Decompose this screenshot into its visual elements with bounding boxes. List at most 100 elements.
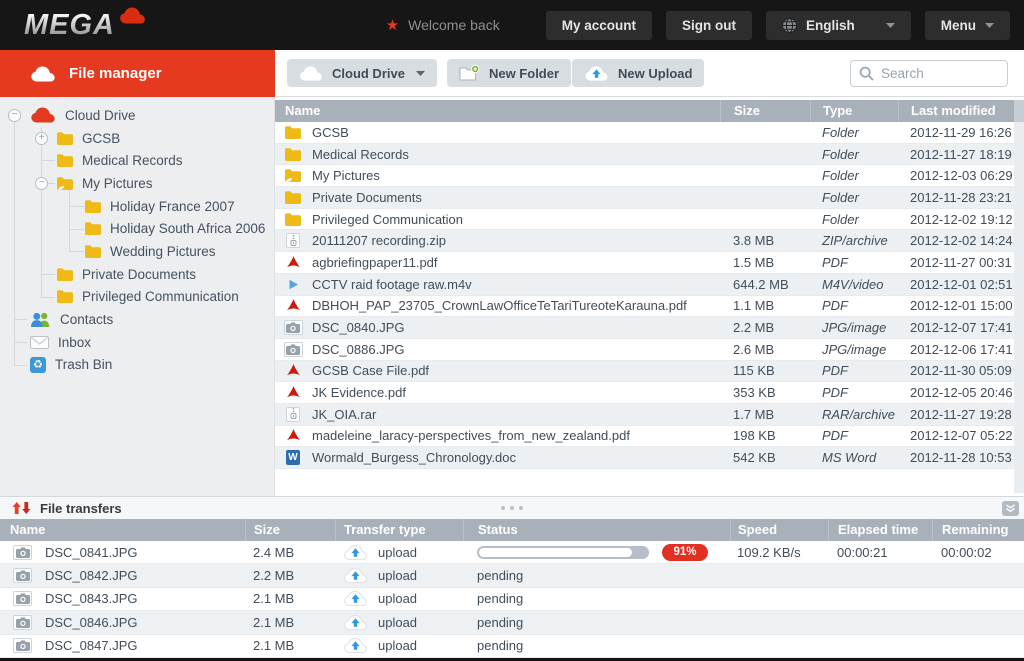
cloud-drive-dropdown[interactable]: Cloud Drive bbox=[287, 59, 437, 87]
file-name: DSC_0886.JPG bbox=[312, 342, 405, 357]
language-selector[interactable]: English bbox=[766, 11, 911, 40]
new-folder-button[interactable]: New Folder bbox=[447, 59, 571, 87]
archive-icon bbox=[283, 233, 303, 248]
column-header-name[interactable]: Name bbox=[0, 519, 245, 541]
transfer-row[interactable]: DSC_0847.JPG2.1 MBuploadpending bbox=[0, 635, 1024, 658]
file-size: 2.6 MB bbox=[720, 342, 810, 357]
file-type: Folder bbox=[810, 190, 898, 205]
folder-icon bbox=[283, 126, 303, 139]
file-last-modified: 2012-12-05 20:46 bbox=[898, 385, 1014, 400]
collapse-panel-button[interactable] bbox=[1002, 501, 1019, 516]
table-row[interactable]: Privileged CommunicationFolder2012-12-02… bbox=[275, 209, 1024, 231]
column-header-elapsed-time[interactable]: Elapsed time bbox=[828, 519, 932, 541]
column-header-size[interactable]: Size bbox=[720, 100, 810, 122]
column-header-name[interactable]: Name bbox=[275, 100, 720, 122]
sidebar-item-gcsb[interactable]: + GCSB bbox=[35, 127, 274, 150]
table-row[interactable]: JK_OIA.rar1.7 MBRAR/archive2012-11-27 19… bbox=[275, 404, 1024, 426]
table-row[interactable]: WWormald_Burgess_Chronology.doc542 KBMS … bbox=[275, 447, 1024, 469]
file-name: DSC_0840.JPG bbox=[312, 320, 405, 335]
file-type: JPG/image bbox=[810, 342, 898, 357]
transfer-speed: 109.2 KB/s bbox=[730, 545, 828, 560]
column-header-type[interactable]: Type bbox=[810, 100, 898, 122]
table-row[interactable]: madeleine_laracy-perspectives_from_new_z… bbox=[275, 426, 1024, 448]
sidebar-item-trash-bin[interactable]: ♻Trash Bin bbox=[8, 354, 274, 377]
file-size: 542 KB bbox=[720, 450, 810, 465]
table-row[interactable]: DSC_0886.JPG2.6 MBJPG/image2012-12-06 17… bbox=[275, 339, 1024, 361]
new-upload-button[interactable]: New Upload bbox=[572, 59, 704, 87]
welcome-text: Welcome back bbox=[408, 17, 500, 33]
sidebar-item-label: GCSB bbox=[82, 131, 120, 146]
mega-logo[interactable]: MEGA bbox=[24, 9, 146, 42]
column-header-size[interactable]: Size bbox=[245, 519, 335, 541]
file-type: PDF bbox=[810, 255, 898, 270]
transfer-row[interactable]: DSC_0842.JPG2.2 MBuploadpending bbox=[0, 564, 1024, 587]
vertical-scrollbar[interactable] bbox=[1014, 122, 1024, 493]
file-type: Folder bbox=[810, 147, 898, 162]
sidebar-item-label: Cloud Drive bbox=[65, 108, 136, 123]
sidebar-item-my-pictures[interactable]: −My Pictures bbox=[35, 172, 274, 195]
file-size: 3.8 MB bbox=[720, 233, 810, 248]
file-name: GCSB Case File.pdf bbox=[312, 363, 429, 378]
sidebar-item-privileged-communication[interactable]: Privileged Communication bbox=[35, 286, 274, 309]
table-row[interactable]: CCTV raid footage raw.m4v644.2 MBM4V/vid… bbox=[275, 274, 1024, 296]
folder-icon bbox=[283, 213, 303, 226]
topbar-actions: ★ Welcome back My account Sign out Engli… bbox=[386, 11, 1010, 40]
sign-out-button[interactable]: Sign out bbox=[666, 11, 752, 40]
transfer-row[interactable]: DSC_0843.JPG2.1 MBuploadpending bbox=[0, 588, 1024, 611]
table-row[interactable]: agbriefingpaper11.pdf1.5 MBPDF2012-11-27… bbox=[275, 252, 1024, 274]
transfer-row[interactable]: DSC_0841.JPG2.4 MBupload91%109.2 KB/s00:… bbox=[0, 541, 1024, 564]
transfer-remaining-time: 00:00:02 bbox=[932, 545, 1024, 560]
search-input[interactable] bbox=[881, 66, 999, 81]
toolbar: Cloud Drive New Folder New Upload bbox=[275, 50, 1024, 97]
table-row[interactable]: GCSBFolder2012-11-29 16:26 bbox=[275, 122, 1024, 144]
table-row[interactable]: DSC_0840.JPG2.2 MBJPG/image2012-12-07 17… bbox=[275, 317, 1024, 339]
sidebar-item-wedding-pictures[interactable]: Wedding Pictures bbox=[63, 240, 274, 263]
file-type: PDF bbox=[810, 385, 898, 400]
status-text: pending bbox=[477, 615, 523, 630]
cloud-drive-label: Cloud Drive bbox=[332, 66, 405, 81]
table-row[interactable]: DBHOH_PAP_23705_CrownLawOfficeTeTariTure… bbox=[275, 296, 1024, 318]
file-type: ZIP/archive bbox=[810, 233, 898, 248]
table-row[interactable]: My PicturesFolder2012-12-03 06:29 bbox=[275, 165, 1024, 187]
transfer-file-name: DSC_0841.JPG bbox=[45, 545, 138, 560]
panel-resize-handle[interactable] bbox=[501, 506, 523, 510]
column-header-status[interactable]: Status bbox=[463, 519, 730, 541]
table-row[interactable]: Private DocumentsFolder2012-11-28 23:21 bbox=[275, 187, 1024, 209]
expand-expander-icon[interactable]: + bbox=[35, 132, 48, 145]
column-header-transfer-type[interactable]: Transfer type bbox=[335, 519, 463, 541]
sidebar-item-label: Holiday South Africa 2006 bbox=[110, 221, 265, 236]
image-icon bbox=[13, 591, 32, 606]
my-account-label: My account bbox=[562, 18, 636, 33]
table-row[interactable]: 20111207 recording.zip3.8 MBZIP/archive2… bbox=[275, 230, 1024, 252]
sidebar-item-inbox[interactable]: Inbox bbox=[8, 331, 274, 354]
main-content: −Cloud Drive+GCSBMedical Records−My Pict… bbox=[0, 97, 1024, 496]
file-size: 115 KB bbox=[720, 363, 810, 378]
sidebar-item-private-documents[interactable]: Private Documents bbox=[35, 263, 274, 286]
table-row[interactable]: GCSB Case File.pdf115 KBPDF2012-11-30 05… bbox=[275, 361, 1024, 383]
sidebar-item-contacts[interactable]: Contacts bbox=[8, 308, 274, 331]
file-last-modified: 2012-12-07 17:41 bbox=[898, 320, 1014, 335]
sidebar-item-holiday-south-africa-2006[interactable]: Holiday South Africa 2006 bbox=[63, 217, 274, 240]
trash-icon: ♻ bbox=[30, 357, 46, 373]
sidebar-item-holiday-france-2007[interactable]: Holiday France 2007 bbox=[63, 195, 274, 218]
table-row[interactable]: Medical RecordsFolder2012-11-27 18:19 bbox=[275, 144, 1024, 166]
sidebar-item-cloud-drive[interactable]: − Cloud Drive bbox=[8, 104, 274, 127]
transfer-size: 2.1 MB bbox=[245, 591, 335, 606]
transfer-file-name: DSC_0842.JPG bbox=[45, 568, 138, 583]
folder-icon bbox=[57, 268, 73, 281]
menu-button[interactable]: Menu bbox=[925, 11, 1010, 40]
my-account-button[interactable]: My account bbox=[546, 11, 652, 40]
welcome-message: ★ Welcome back bbox=[386, 16, 500, 34]
column-header-remaining-time[interactable]: Remaining time bbox=[932, 519, 1024, 541]
collapse-expander-icon[interactable]: − bbox=[35, 177, 48, 190]
file-manager-header: File manager bbox=[0, 50, 275, 97]
file-type: M4V/video bbox=[810, 277, 898, 292]
transfer-row[interactable]: DSC_0846.JPG2.1 MBuploadpending bbox=[0, 611, 1024, 634]
file-name: Privileged Communication bbox=[312, 212, 463, 227]
mega-logo-text: MEGA bbox=[24, 9, 115, 42]
table-row[interactable]: JK Evidence.pdf353 KBPDF2012-12-05 20:46 bbox=[275, 382, 1024, 404]
collapse-expander-icon[interactable]: − bbox=[8, 109, 21, 122]
column-header-speed[interactable]: Speed bbox=[730, 519, 828, 541]
sidebar-item-medical-records[interactable]: Medical Records bbox=[35, 149, 274, 172]
column-header-last-modified[interactable]: Last modified bbox=[898, 100, 1014, 122]
